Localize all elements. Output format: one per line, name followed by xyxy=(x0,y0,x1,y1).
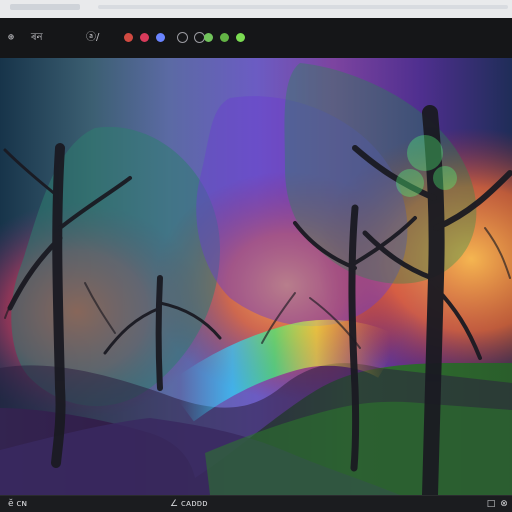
toolbar-item-b[interactable]: ৰন xyxy=(31,30,43,46)
status-bar: ĕ ᴄɴ ∠ ᴄᴀᴅᴅᴅ □ ⊗ xyxy=(0,495,512,512)
app-window: ⊕ ৰন ⓐ/ ĕ ᴄɴ ∠ ᴄᴀᴅᴅᴅ □ ⊗ xyxy=(0,0,512,512)
ring-icon[interactable] xyxy=(177,32,188,43)
forest-painting xyxy=(0,58,512,495)
status-square-icon[interactable]: □ xyxy=(486,499,496,509)
swatch-blue[interactable] xyxy=(156,33,165,42)
toolbar-item-a[interactable]: ⊕ xyxy=(8,30,14,46)
title-hint xyxy=(10,4,80,10)
swatch-crimson[interactable] xyxy=(140,33,149,42)
toolbar: ⊕ ৰন ⓐ/ xyxy=(0,18,512,59)
swatch-green-2[interactable] xyxy=(220,33,229,42)
artwork-canvas[interactable] xyxy=(0,58,512,495)
swatch-green[interactable] xyxy=(204,33,213,42)
status-left: ĕ ᴄɴ xyxy=(8,499,28,509)
status-close-icon[interactable]: ⊗ xyxy=(499,499,509,509)
toolbar-item-c[interactable]: ⓐ/ xyxy=(86,30,99,46)
title-strip xyxy=(0,0,512,19)
status-right: ∠ ᴄᴀᴅᴅᴅ xyxy=(170,499,208,509)
swatch-lime[interactable] xyxy=(236,33,245,42)
address-hint xyxy=(98,5,508,9)
swatch-red[interactable] xyxy=(124,33,133,42)
